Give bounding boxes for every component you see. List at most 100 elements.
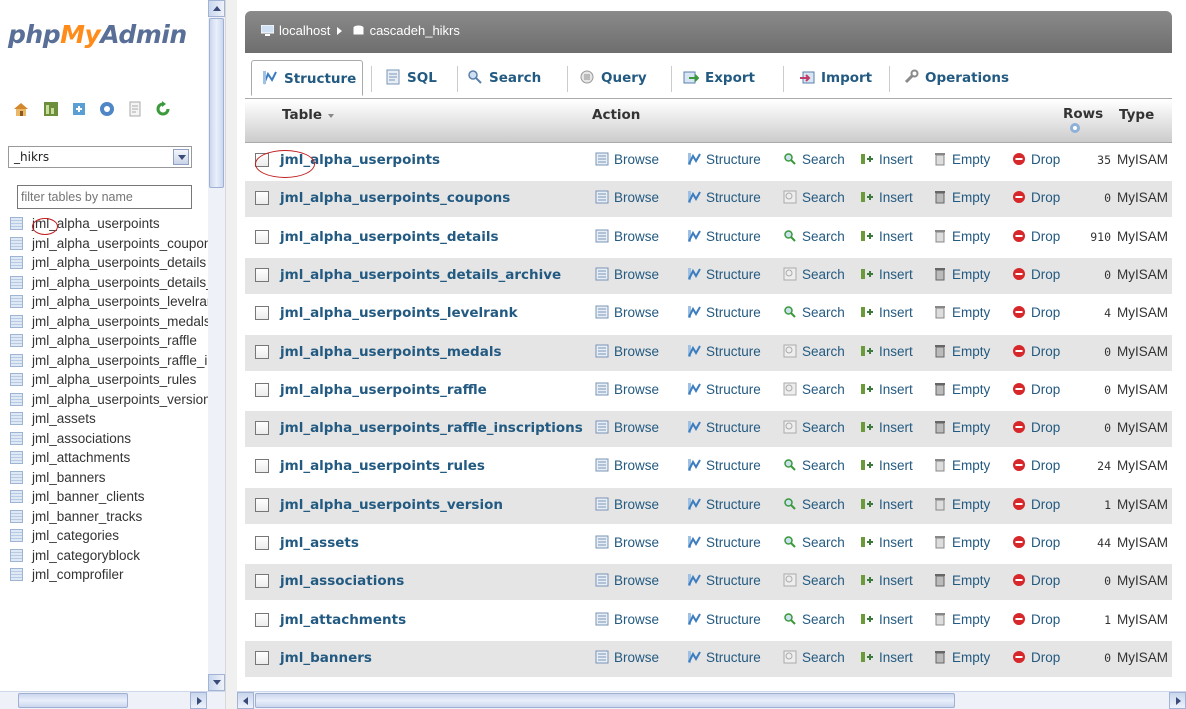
insert-action[interactable]: Insert: [860, 267, 913, 282]
table-name-link[interactable]: jml_associations: [280, 573, 404, 589]
nav-table-item[interactable]: jml_alpha_userpoints_medals: [10, 312, 208, 332]
row-checkbox[interactable]: [255, 574, 269, 589]
tab-operations[interactable]: Operations: [893, 60, 1023, 96]
browse-action[interactable]: Browse: [595, 152, 659, 167]
nav-table-item[interactable]: jml_assets: [10, 409, 208, 429]
breadcrumb-server[interactable]: localhost: [279, 23, 330, 38]
empty-action[interactable]: Empty: [933, 612, 990, 627]
nav-table-label[interactable]: jml_banners: [32, 470, 106, 485]
insert-action[interactable]: Insert: [860, 152, 913, 167]
empty-action[interactable]: Empty: [933, 152, 990, 167]
insert-action[interactable]: Insert: [860, 650, 913, 665]
table-icon[interactable]: [10, 275, 23, 289]
structure-action[interactable]: Structure: [687, 612, 761, 627]
nav-table-item[interactable]: jml_alpha_userpoints_details_archive: [10, 273, 208, 293]
empty-action[interactable]: Empty: [933, 382, 990, 397]
database-select[interactable]: _hikrs: [8, 146, 192, 168]
table-name-link[interactable]: jml_alpha_userpoints_rules: [280, 458, 485, 474]
table-icon[interactable]: [10, 334, 23, 347]
help-icon[interactable]: [98, 100, 116, 118]
insert-action[interactable]: Insert: [860, 573, 913, 588]
structure-action[interactable]: Structure: [687, 229, 761, 244]
nav-vertical-scrollbar[interactable]: [208, 0, 225, 691]
reload-icon[interactable]: [154, 100, 172, 118]
table-icon[interactable]: [10, 412, 23, 425]
scroll-left-icon[interactable]: [237, 692, 254, 709]
browse-action[interactable]: Browse: [595, 650, 659, 665]
insert-action[interactable]: Insert: [860, 458, 913, 473]
insert-action[interactable]: Insert: [860, 229, 913, 244]
nav-table-label[interactable]: jml_alpha_userpoints_details_archive: [32, 275, 208, 290]
breadcrumb-database[interactable]: cascadeh_hikrs: [370, 23, 460, 38]
table-icon[interactable]: [10, 509, 23, 523]
sql-query-icon[interactable]: [70, 100, 88, 118]
table-icon[interactable]: [10, 451, 23, 464]
structure-action[interactable]: Structure: [687, 497, 761, 512]
nav-table-item[interactable]: jml_alpha_userpoints: [10, 214, 208, 234]
nav-table-item[interactable]: jml_banners: [10, 468, 208, 488]
row-checkbox[interactable]: [255, 536, 269, 550]
insert-action[interactable]: Insert: [860, 497, 913, 512]
nav-hscroll-thumb[interactable]: [18, 693, 128, 708]
structure-action[interactable]: Structure: [687, 573, 761, 588]
row-checkbox[interactable]: [255, 344, 269, 359]
nav-table-label[interactable]: jml_alpha_userpoints_coupons: [32, 236, 208, 251]
browse-action[interactable]: Browse: [595, 190, 659, 205]
row-checkbox[interactable]: [255, 229, 269, 244]
table-name-link[interactable]: jml_alpha_userpoints_raffle: [280, 382, 487, 398]
tab-import[interactable]: Import: [789, 60, 889, 96]
search-action[interactable]: Search: [783, 152, 845, 167]
nav-table-label[interactable]: jml_comprofiler: [32, 567, 124, 582]
structure-action[interactable]: Structure: [687, 420, 761, 435]
structure-action[interactable]: Structure: [687, 650, 761, 665]
structure-action[interactable]: Structure: [687, 382, 761, 397]
main-horizontal-scrollbar[interactable]: [237, 691, 1186, 709]
phpmyadmin-logo[interactable]: phpMyAdmin: [8, 20, 187, 49]
search-action[interactable]: Search: [783, 420, 845, 435]
browse-action[interactable]: Browse: [595, 305, 659, 320]
browse-action[interactable]: Browse: [595, 382, 659, 397]
scroll-down-icon[interactable]: [208, 674, 225, 691]
nav-table-label[interactable]: jml_alpha_userpoints_details: [32, 255, 206, 270]
nav-table-label[interactable]: jml_associations: [32, 431, 131, 446]
insert-action[interactable]: Insert: [860, 344, 913, 359]
row-checkbox[interactable]: [255, 421, 269, 436]
nav-table-label[interactable]: jml_alpha_userpoints_medals: [32, 314, 208, 329]
table-name-link[interactable]: jml_alpha_userpoints_levelrank: [280, 305, 518, 321]
nav-table-item[interactable]: jml_comprofiler: [10, 565, 208, 585]
nav-table-label[interactable]: jml_alpha_userpoints_levelrank: [32, 294, 208, 309]
nav-table-item[interactable]: jml_banner_tracks: [10, 507, 208, 527]
row-checkbox[interactable]: [255, 497, 269, 512]
nav-horizontal-scrollbar[interactable]: [0, 691, 225, 709]
documentation-icon[interactable]: [126, 100, 144, 118]
empty-action[interactable]: Empty: [933, 650, 990, 665]
search-action[interactable]: Search: [783, 497, 845, 512]
row-checkbox[interactable]: [255, 306, 269, 321]
nav-table-label[interactable]: jml_attachments: [32, 450, 130, 465]
nav-table-label[interactable]: jml_alpha_userpoints: [32, 216, 160, 231]
structure-action[interactable]: Structure: [687, 535, 761, 550]
nav-table-label[interactable]: jml_alpha_userpoints_rules: [32, 372, 196, 387]
table-icon[interactable]: [10, 548, 23, 562]
scroll-right-icon[interactable]: [190, 692, 207, 709]
insert-action[interactable]: Insert: [860, 420, 913, 435]
table-icon[interactable]: [10, 236, 23, 250]
browse-action[interactable]: Browse: [595, 458, 659, 473]
browse-action[interactable]: Browse: [595, 573, 659, 588]
nav-table-label[interactable]: jml_alpha_userpoints_raffle: [32, 333, 197, 348]
table-name-link[interactable]: jml_alpha_userpoints_medals: [280, 344, 501, 360]
table-icon[interactable]: [10, 217, 23, 230]
table-name-link[interactable]: jml_banners: [280, 650, 372, 666]
browse-action[interactable]: Browse: [595, 420, 659, 435]
empty-action[interactable]: Empty: [933, 344, 990, 359]
row-checkbox[interactable]: [255, 612, 269, 627]
structure-action[interactable]: Structure: [687, 267, 761, 282]
search-action[interactable]: Search: [783, 267, 845, 282]
browse-action[interactable]: Browse: [595, 612, 659, 627]
table-icon[interactable]: [10, 431, 23, 445]
nav-table-item[interactable]: jml_categoryblock: [10, 546, 208, 566]
search-action[interactable]: Search: [783, 650, 845, 665]
scroll-up-icon[interactable]: [208, 0, 225, 17]
structure-action[interactable]: Structure: [687, 190, 761, 205]
table-icon[interactable]: [10, 295, 23, 308]
